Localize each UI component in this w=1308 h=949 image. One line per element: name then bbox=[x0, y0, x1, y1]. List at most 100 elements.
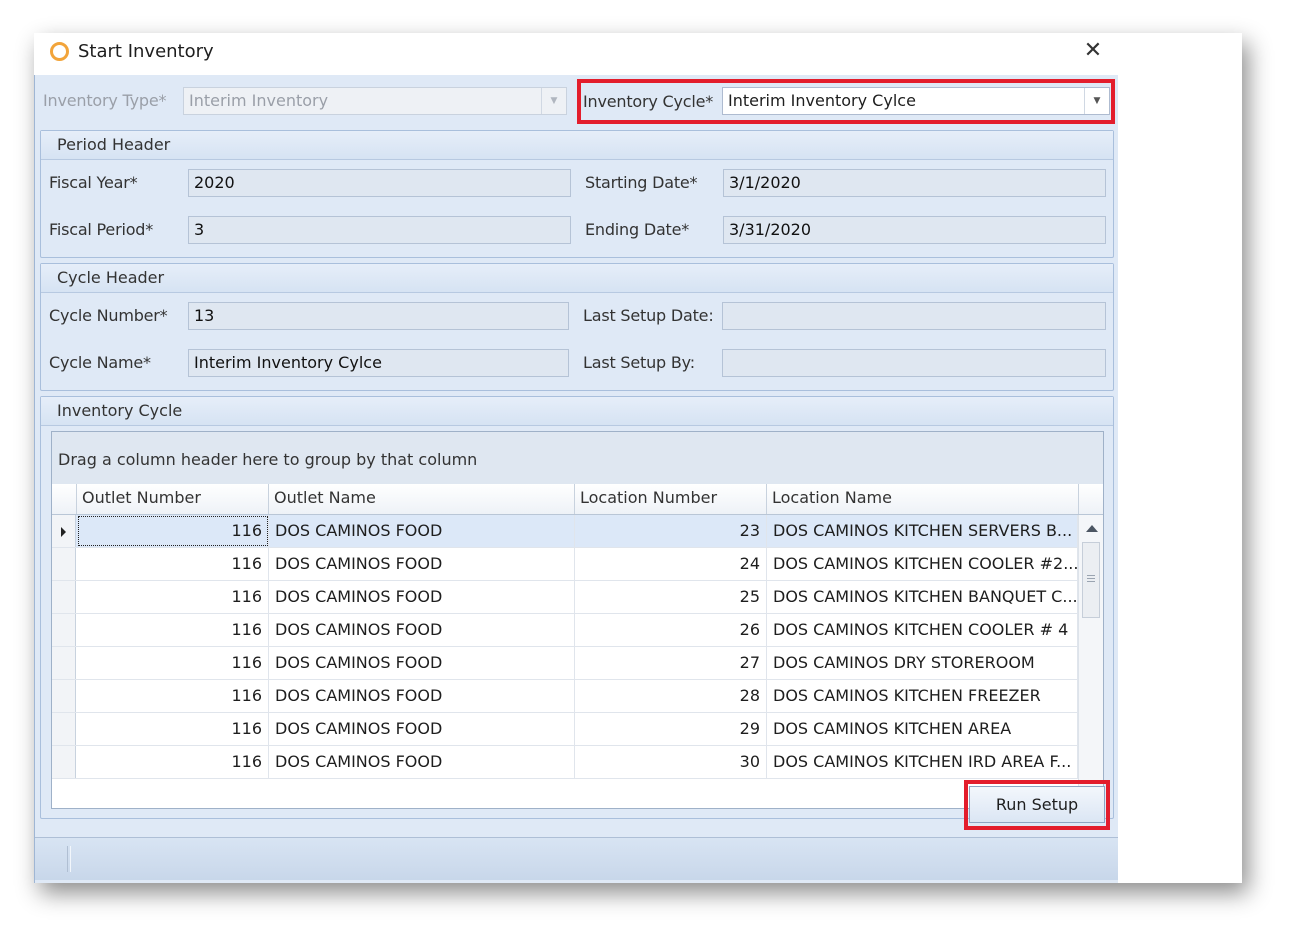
period-header-title: Period Header bbox=[57, 135, 171, 154]
inventory-type-select[interactable]: Interim Inventory ▼ bbox=[183, 87, 567, 115]
highlight-inventory-cycle bbox=[577, 79, 1115, 124]
table-row[interactable]: 116 DOS CAMINOS FOOD 27 DOS CAMINOS DRY … bbox=[52, 647, 1078, 680]
location-number-cell[interactable]: 28 bbox=[575, 680, 767, 712]
location-number-cell[interactable]: 24 bbox=[575, 548, 767, 580]
location-name-cell[interactable]: DOS CAMINOS KITCHEN FREEZER bbox=[767, 680, 1078, 712]
close-icon[interactable]: ✕ bbox=[1078, 33, 1108, 69]
cycle-header-group: Cycle Header Cycle Number* 13 Last Setup… bbox=[40, 263, 1114, 391]
table-row[interactable]: 116 DOS CAMINOS FOOD 24 DOS CAMINOS KITC… bbox=[52, 548, 1078, 581]
table-row[interactable]: 116 DOS CAMINOS FOOD 30 DOS CAMINOS KITC… bbox=[52, 746, 1078, 779]
row-indicator bbox=[52, 581, 76, 613]
outlet-number-cell[interactable]: 116 bbox=[77, 515, 269, 547]
table-row[interactable]: 116 DOS CAMINOS FOOD 25 DOS CAMINOS KITC… bbox=[52, 581, 1078, 614]
column-header-location-name[interactable]: Location Name bbox=[767, 484, 1079, 514]
table-row[interactable]: 116 DOS CAMINOS FOOD 28 DOS CAMINOS KITC… bbox=[52, 680, 1078, 713]
row-indicator bbox=[52, 614, 76, 646]
chevron-down-icon[interactable]: ▼ bbox=[541, 88, 566, 114]
inventory-type-label: Inventory Type* bbox=[43, 91, 167, 110]
row-indicator bbox=[52, 647, 76, 679]
location-name-cell[interactable]: DOS CAMINOS KITCHEN COOLER # 4 bbox=[767, 614, 1078, 646]
last-setup-date-label: Last Setup Date: bbox=[583, 306, 714, 325]
window-title: Start Inventory bbox=[78, 41, 214, 62]
inventory-cycle-title-bar: Inventory Cycle bbox=[41, 397, 1113, 426]
cycle-number-field[interactable]: 13 bbox=[188, 302, 569, 330]
inventory-cycle-title: Inventory Cycle bbox=[57, 401, 183, 420]
table-row[interactable]: 116 DOS CAMINOS FOOD 23 DOS CAMINOS KITC… bbox=[52, 515, 1078, 548]
row-indicator bbox=[52, 746, 76, 778]
outlet-name-cell[interactable]: DOS CAMINOS FOOD bbox=[269, 647, 575, 679]
fiscal-year-field[interactable]: 2020 bbox=[188, 169, 571, 197]
outlet-number-cell[interactable]: 116 bbox=[77, 746, 269, 778]
current-row-icon bbox=[61, 527, 66, 537]
location-name-cell[interactable]: DOS CAMINOS DRY STOREROOM bbox=[767, 647, 1078, 679]
header-indicator bbox=[52, 484, 77, 514]
grid-body: 116 DOS CAMINOS FOOD 23 DOS CAMINOS KITC… bbox=[52, 515, 1078, 808]
table-row[interactable]: 116 DOS CAMINOS FOOD 26 DOS CAMINOS KITC… bbox=[52, 614, 1078, 647]
status-bar bbox=[35, 837, 1118, 880]
row-indicator bbox=[52, 713, 76, 745]
last-setup-date-field[interactable] bbox=[722, 302, 1106, 330]
cycle-number-label: Cycle Number* bbox=[49, 306, 168, 325]
location-name-cell[interactable]: DOS CAMINOS KITCHEN BANQUET C... bbox=[767, 581, 1078, 613]
table-row[interactable]: 116 DOS CAMINOS FOOD 29 DOS CAMINOS KITC… bbox=[52, 713, 1078, 746]
outlet-number-cell[interactable]: 116 bbox=[77, 680, 269, 712]
status-separator bbox=[67, 846, 71, 872]
ending-date-label: Ending Date* bbox=[585, 220, 690, 239]
location-number-cell[interactable]: 29 bbox=[575, 713, 767, 745]
column-header-outlet-number[interactable]: Outlet Number bbox=[77, 484, 269, 514]
starting-date-label: Starting Date* bbox=[585, 173, 698, 192]
scroll-up-icon[interactable] bbox=[1086, 525, 1098, 532]
inventory-type-value: Interim Inventory bbox=[189, 91, 329, 110]
location-number-cell[interactable]: 25 bbox=[575, 581, 767, 613]
location-number-cell[interactable]: 27 bbox=[575, 647, 767, 679]
period-header-group: Period Header Fiscal Year* 2020 Starting… bbox=[40, 130, 1114, 258]
outlet-name-cell[interactable]: DOS CAMINOS FOOD bbox=[269, 713, 575, 745]
fiscal-period-label: Fiscal Period* bbox=[49, 220, 154, 239]
outlet-number-cell[interactable]: 116 bbox=[77, 614, 269, 646]
grid-vertical-scrollbar[interactable] bbox=[1078, 515, 1103, 808]
cycle-header-title: Cycle Header bbox=[57, 268, 165, 287]
last-setup-by-label: Last Setup By: bbox=[583, 353, 695, 372]
dialog-body: Inventory Type* Interim Inventory ▼ Inve… bbox=[34, 75, 1118, 883]
cycle-header-title-bar: Cycle Header bbox=[41, 264, 1113, 293]
fiscal-year-label: Fiscal Year* bbox=[49, 173, 138, 192]
location-number-cell[interactable]: 26 bbox=[575, 614, 767, 646]
group-by-panel[interactable]: Drag a column header here to group by th… bbox=[52, 432, 1103, 485]
ending-date-field[interactable]: 3/31/2020 bbox=[723, 216, 1106, 244]
title-bar: Start Inventory ✕ bbox=[34, 33, 1242, 75]
cycle-name-field[interactable]: Interim Inventory Cylce bbox=[188, 349, 569, 377]
row-indicator bbox=[52, 548, 76, 580]
outlet-number-cell[interactable]: 116 bbox=[77, 581, 269, 613]
highlight-run-setup bbox=[964, 780, 1110, 830]
scrollbar-thumb[interactable] bbox=[1082, 542, 1100, 618]
location-number-cell[interactable]: 23 bbox=[575, 515, 767, 547]
outlet-name-cell[interactable]: DOS CAMINOS FOOD bbox=[269, 515, 575, 547]
outlet-name-cell[interactable]: DOS CAMINOS FOOD bbox=[269, 581, 575, 613]
inventory-cycle-grid[interactable]: Drag a column header here to group by th… bbox=[51, 431, 1104, 809]
location-name-cell[interactable]: DOS CAMINOS KITCHEN IRD AREA F... bbox=[767, 746, 1078, 778]
circle-icon bbox=[50, 42, 69, 61]
outlet-number-cell[interactable]: 116 bbox=[77, 713, 269, 745]
column-header-outlet-name[interactable]: Outlet Name bbox=[269, 484, 575, 514]
column-header-location-number[interactable]: Location Number bbox=[575, 484, 767, 514]
outlet-name-cell[interactable]: DOS CAMINOS FOOD bbox=[269, 680, 575, 712]
outlet-number-cell[interactable]: 116 bbox=[77, 647, 269, 679]
location-name-cell[interactable]: DOS CAMINOS KITCHEN COOLER #2... bbox=[767, 548, 1078, 580]
location-name-cell[interactable]: DOS CAMINOS KITCHEN SERVERS B... bbox=[767, 515, 1078, 547]
grid-header: Outlet Number Outlet Name Location Numbe… bbox=[52, 484, 1103, 515]
location-name-cell[interactable]: DOS CAMINOS KITCHEN AREA bbox=[767, 713, 1078, 745]
outlet-name-cell[interactable]: DOS CAMINOS FOOD bbox=[269, 746, 575, 778]
outlet-name-cell[interactable]: DOS CAMINOS FOOD bbox=[269, 614, 575, 646]
group-by-hint: Drag a column header here to group by th… bbox=[58, 450, 478, 469]
row-indicator bbox=[52, 680, 76, 712]
start-inventory-window: Start Inventory ✕ Inventory Type* Interi… bbox=[34, 33, 1242, 883]
grip-icon bbox=[1087, 575, 1095, 576]
location-number-cell[interactable]: 30 bbox=[575, 746, 767, 778]
period-header-title-bar: Period Header bbox=[41, 131, 1113, 160]
outlet-number-cell[interactable]: 116 bbox=[77, 548, 269, 580]
outlet-name-cell[interactable]: DOS CAMINOS FOOD bbox=[269, 548, 575, 580]
starting-date-field[interactable]: 3/1/2020 bbox=[723, 169, 1106, 197]
row-indicator bbox=[52, 515, 76, 547]
fiscal-period-field[interactable]: 3 bbox=[188, 216, 571, 244]
last-setup-by-field[interactable] bbox=[722, 349, 1106, 377]
